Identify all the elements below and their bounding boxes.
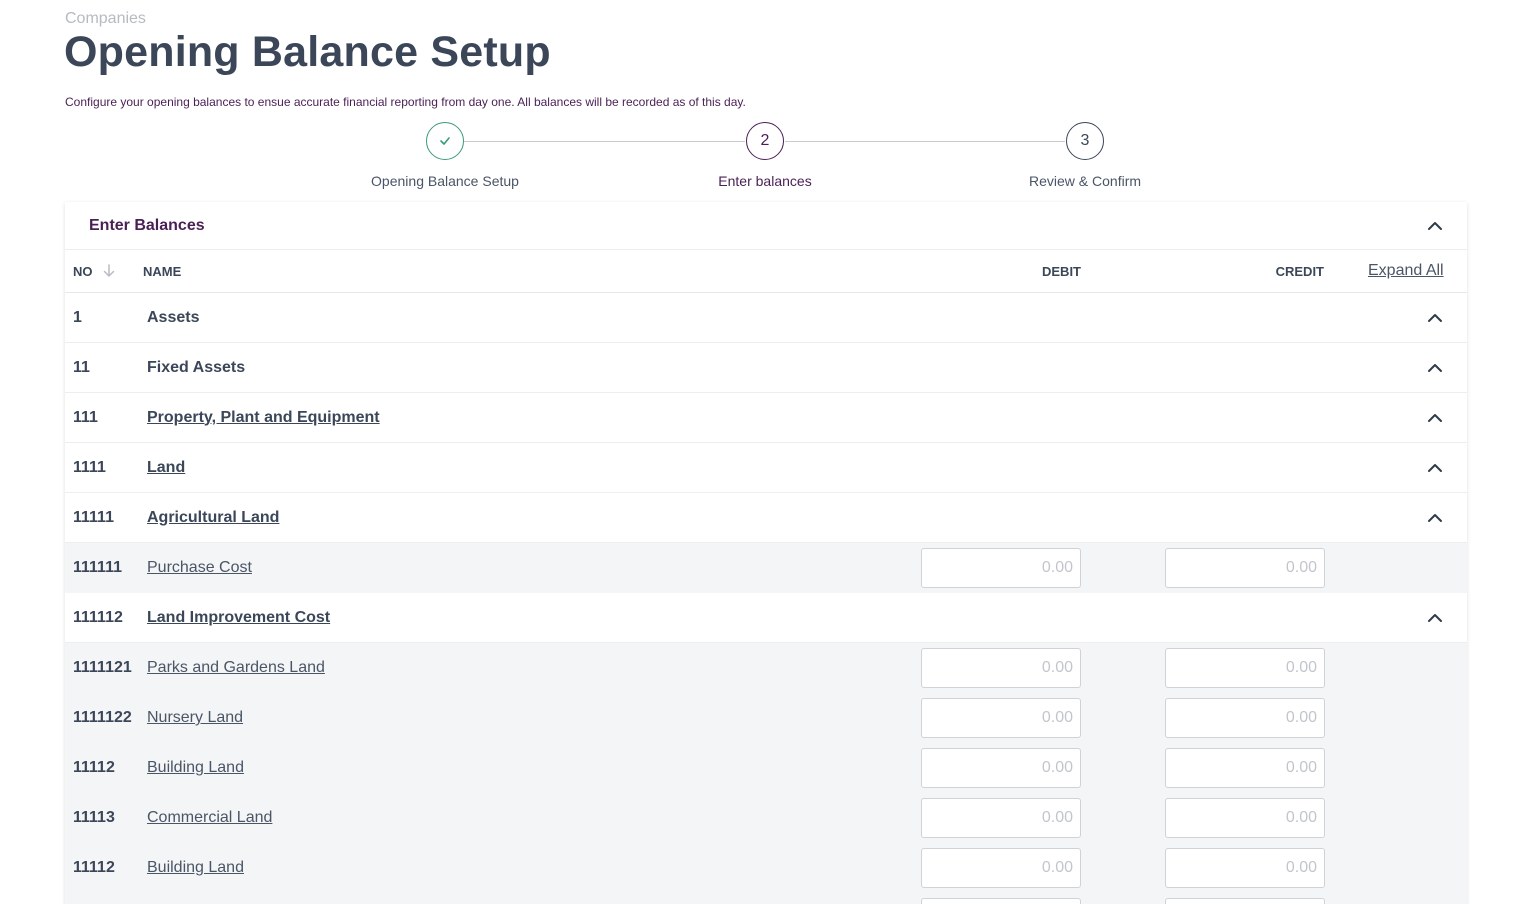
account-name: Assets xyxy=(147,308,200,326)
account-name[interactable]: Building Land xyxy=(147,859,244,877)
debit-input[interactable] xyxy=(921,548,1081,588)
chevron-up-icon[interactable] xyxy=(1427,510,1443,526)
stepper: Opening Balance Setup 2 Enter balances 3… xyxy=(0,122,1526,194)
account-row: 1111121 Parks and Gardens Land xyxy=(65,643,1467,693)
account-row: 11113 Commercial Land xyxy=(65,793,1467,843)
account-name[interactable]: Parks and Gardens Land xyxy=(147,659,325,677)
chevron-up-icon[interactable] xyxy=(1427,310,1443,326)
account-name: Fixed Assets xyxy=(147,358,246,376)
account-group-row[interactable]: 111112 Land Improvement Cost xyxy=(65,593,1467,643)
step-enter-balances[interactable]: 2 Enter balances xyxy=(665,122,865,189)
account-name[interactable]: Commercial Land xyxy=(147,809,272,827)
checkmark-icon xyxy=(440,137,450,145)
debit-input[interactable] xyxy=(921,798,1081,838)
account-row xyxy=(65,893,1467,904)
card-title: Enter Balances xyxy=(89,216,205,234)
credit-input[interactable] xyxy=(1165,848,1325,888)
account-group-row[interactable]: 1 Assets xyxy=(65,293,1467,343)
account-number: 11113 xyxy=(73,809,115,826)
chevron-up-icon[interactable] xyxy=(1427,360,1443,376)
step-review-confirm[interactable]: 3 Review & Confirm xyxy=(985,122,1185,189)
account-row: 111111 Purchase Cost xyxy=(65,543,1467,593)
account-group-row[interactable]: 111 Property, Plant and Equipment xyxy=(65,393,1467,443)
account-group-row[interactable]: 11 Fixed Assets xyxy=(65,343,1467,393)
account-number: 1111 xyxy=(73,458,106,476)
step-label: Review & Confirm xyxy=(1028,173,1142,189)
account-name[interactable]: Nursery Land xyxy=(147,709,243,727)
credit-input[interactable] xyxy=(1165,798,1325,838)
step-number: 3 xyxy=(1066,122,1104,160)
page-title: Opening Balance Setup xyxy=(64,28,551,76)
step-opening-balance-setup[interactable]: Opening Balance Setup xyxy=(345,122,545,189)
page: Companies Opening Balance Setup Configur… xyxy=(0,0,1526,904)
debit-input[interactable] xyxy=(921,848,1081,888)
step-number: 2 xyxy=(746,122,784,160)
table-header: NO NAME DEBIT CREDIT Expand All xyxy=(65,250,1467,293)
breadcrumb[interactable]: Companies xyxy=(65,10,146,28)
debit-input[interactable] xyxy=(921,698,1081,738)
chevron-up-icon[interactable] xyxy=(1427,410,1443,426)
account-number: 111111 xyxy=(73,559,122,576)
chevron-up-icon[interactable] xyxy=(1427,610,1443,626)
account-group-row[interactable]: 1111 Land xyxy=(65,443,1467,493)
account-number: 11111 xyxy=(73,508,114,526)
credit-input[interactable] xyxy=(1165,548,1325,588)
credit-input[interactable] xyxy=(1165,648,1325,688)
debit-input[interactable] xyxy=(921,748,1081,788)
account-number: 1111122 xyxy=(73,709,132,726)
sort-down-icon[interactable] xyxy=(103,264,115,278)
account-name[interactable]: Agricultural Land xyxy=(147,509,279,527)
credit-input[interactable] xyxy=(1165,698,1325,738)
debit-input[interactable] xyxy=(921,648,1081,688)
table-body: 1 Assets 11 Fixed Assets 111 Property, Plant … xyxy=(65,293,1467,904)
column-header-no[interactable]: NO xyxy=(73,264,115,279)
account-name[interactable]: Purchase Cost xyxy=(147,559,252,577)
account-number: 11112 xyxy=(73,759,115,776)
account-number: 1111121 xyxy=(73,659,132,676)
account-number: 1 xyxy=(73,308,82,326)
column-header-name: NAME xyxy=(143,263,182,279)
chevron-up-icon[interactable] xyxy=(1427,460,1443,476)
step-complete-indicator xyxy=(426,122,464,160)
enter-balances-card: Enter Balances NO NAME DEBIT CREDIT Expa… xyxy=(65,202,1467,904)
account-number: 111112 xyxy=(73,608,123,626)
account-name[interactable]: Building Land xyxy=(147,759,244,777)
credit-input[interactable] xyxy=(1165,748,1325,788)
account-name[interactable]: Land xyxy=(147,459,185,477)
account-name[interactable]: Land Improvement Cost xyxy=(147,609,330,627)
account-group-row[interactable]: 11111 Agricultural Land xyxy=(65,493,1467,543)
debit-input[interactable] xyxy=(921,898,1081,904)
column-header-no-label: NO xyxy=(73,263,93,279)
column-header-debit: DEBIT xyxy=(1042,263,1081,279)
account-number: 11 xyxy=(73,358,90,376)
page-description: Configure your opening balances to ensue… xyxy=(65,95,746,109)
account-name[interactable]: Property, Plant and Equipment xyxy=(147,409,380,427)
credit-input[interactable] xyxy=(1165,898,1325,904)
expand-all-link[interactable]: Expand All xyxy=(1368,262,1444,280)
step-label: Opening Balance Setup xyxy=(371,173,519,189)
account-number: 111 xyxy=(73,408,98,426)
step-label: Enter balances xyxy=(718,173,812,189)
chevron-up-icon[interactable] xyxy=(1427,218,1443,234)
card-header[interactable]: Enter Balances xyxy=(65,202,1467,250)
account-row: 11112 Building Land xyxy=(65,843,1467,893)
account-row: 11112 Building Land xyxy=(65,743,1467,793)
account-row: 1111122 Nursery Land xyxy=(65,693,1467,743)
column-header-credit: CREDIT xyxy=(1275,263,1324,279)
account-number: 11112 xyxy=(73,859,115,876)
